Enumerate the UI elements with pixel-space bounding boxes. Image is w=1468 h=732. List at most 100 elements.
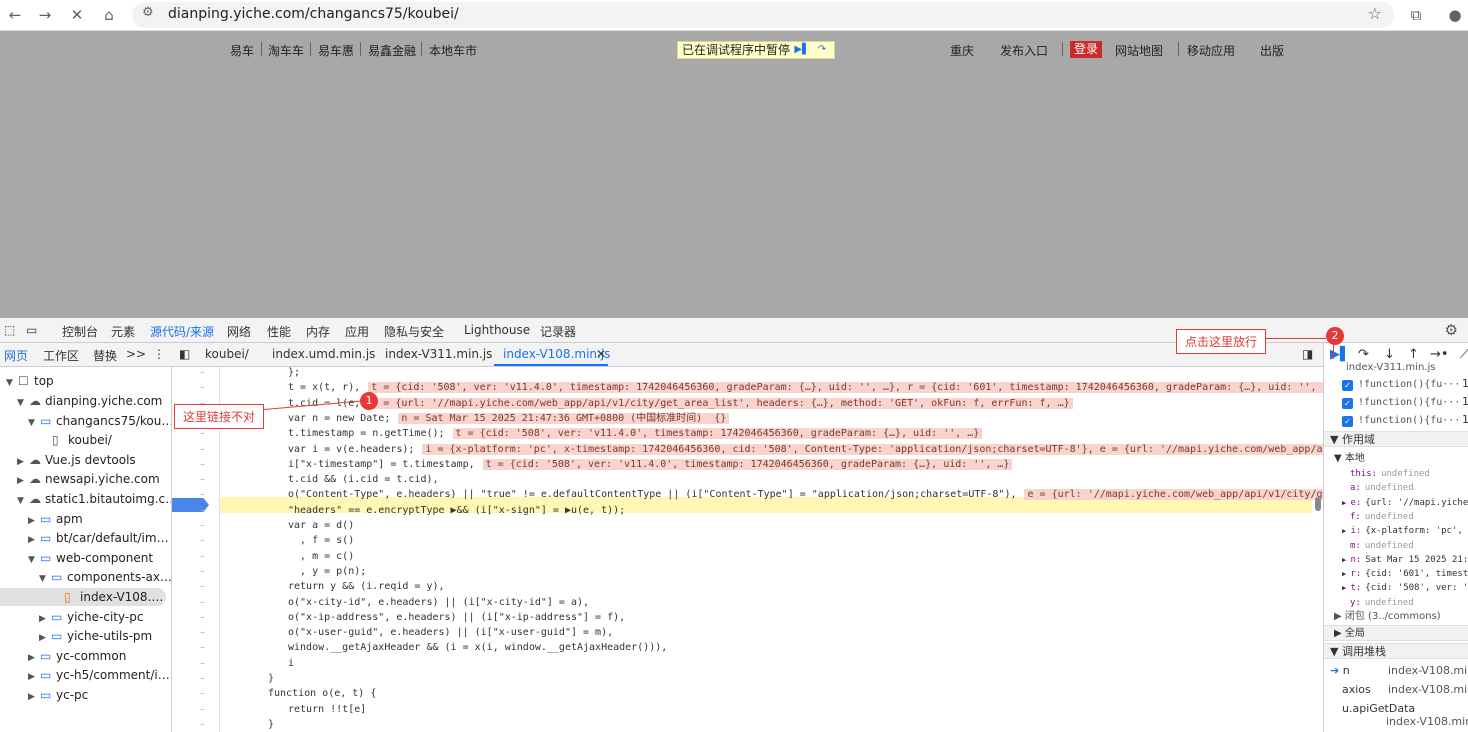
- deactivate-breakpoints-icon[interactable]: ⟋: [1460, 347, 1468, 362]
- folder-icon: ▭: [51, 570, 63, 584]
- local-scope-header[interactable]: ▼ 本地: [1334, 451, 1365, 467]
- back-icon[interactable]: ←: [4, 4, 26, 26]
- toggle-debugger-icon[interactable]: ◨: [1302, 347, 1313, 361]
- settings-gear-icon[interactable]: ⚙: [1445, 321, 1458, 339]
- inspect-icon[interactable]: ⬚: [4, 323, 15, 337]
- tab-performance[interactable]: 性能: [267, 323, 291, 340]
- file-navigator: ▼ ☐ top ▼ ☁ dianping.yiche.com ▼ ▭ changancs75…: [0, 367, 172, 732]
- tree-item[interactable]: ▼ ☁ static1.bitautoimg.c…: [17, 490, 171, 508]
- step-over-icon[interactable]: ↷: [814, 43, 830, 57]
- tree-item[interactable]: ▶ ▭ yc-common: [28, 647, 126, 665]
- tab-recorder[interactable]: 记录器: [540, 323, 576, 340]
- address-bar[interactable]: ⚙ dianping.yiche.com/changancs75/koubei/…: [132, 2, 1394, 28]
- tree-item[interactable]: ▼ ▭ changancs75/kou…: [28, 412, 171, 430]
- tab-lighthouse[interactable]: Lighthouse: [464, 323, 530, 337]
- checkbox-icon[interactable]: ✓: [1342, 416, 1353, 427]
- tab-network[interactable]: 网络: [227, 323, 251, 340]
- nav-link[interactable]: 本地车市: [429, 42, 477, 59]
- resume-icon[interactable]: ▶▌: [794, 43, 810, 57]
- code-line: "headers" == e.encryptType ▶&& (i["x-sig…: [288, 503, 625, 518]
- code-line: window.__getAjaxHeader && (i = x(i, wind…: [288, 640, 667, 655]
- toggle-navigator-icon[interactable]: ◧: [179, 347, 190, 361]
- breakpoint-row[interactable]: ✓!function(){fu···1: [1324, 412, 1468, 428]
- extensions-icon[interactable]: ⧉: [1405, 4, 1427, 26]
- nav-link[interactable]: 网站地图: [1115, 42, 1163, 59]
- tab-workspace[interactable]: 工作区: [43, 347, 79, 364]
- tab-overrides[interactable]: 替换: [93, 347, 117, 364]
- file-tab-v108[interactable]: index-V108.min.js: [503, 347, 610, 361]
- global-scope[interactable]: ▶ 全局: [1324, 625, 1468, 641]
- inline-value: i = {x-platform: 'pc', x-timestamp: 1742…: [422, 443, 1323, 455]
- tree-item[interactable]: ▼ ☁ dianping.yiche.com: [17, 392, 162, 410]
- tab-elements[interactable]: 元素: [111, 323, 135, 340]
- tree-item[interactable]: ▶ ▭ yiche-utils-pm: [39, 627, 152, 645]
- breakpoint-row[interactable]: ✓!function(){fu···1: [1324, 376, 1468, 392]
- tab-console[interactable]: 控制台: [62, 323, 98, 340]
- more-tabs-button[interactable]: >>: [126, 347, 146, 361]
- file-tab-v311[interactable]: index-V311.min.js: [385, 347, 492, 361]
- active-tab-underline: [494, 364, 608, 366]
- inline-value: t = {cid: '508', ver: 'v11.4.0', timesta…: [482, 458, 1013, 470]
- nav-city[interactable]: 重庆: [950, 42, 974, 59]
- bookmark-star-icon[interactable]: ☆: [1368, 4, 1382, 23]
- nav-link[interactable]: 易车惠: [318, 42, 354, 59]
- collapse-icon: ▼: [28, 418, 35, 428]
- var-value: undefined: [1364, 597, 1414, 608]
- callstack-section-header[interactable]: ▼ 调用堆栈: [1324, 643, 1468, 659]
- login-button[interactable]: 登录: [1070, 41, 1103, 58]
- scope-section-header[interactable]: ▼ 作用域: [1324, 431, 1468, 447]
- avatar[interactable]: ●: [1444, 4, 1466, 26]
- tree-item[interactable]: ▶ ▭ yc-pc: [28, 686, 88, 704]
- nav-link[interactable]: 发布入口: [1000, 42, 1048, 59]
- code-line: };: [288, 367, 300, 380]
- callstack-frame-current[interactable]: ➔ n index-V108.min: [1330, 663, 1468, 679]
- tree-item-selected[interactable]: ▯ index-V108.…: [0, 588, 166, 606]
- file-tab-koubei[interactable]: koubei/: [205, 347, 249, 361]
- file-tab-umd[interactable]: index.umd.min.js: [272, 347, 375, 361]
- tree-item[interactable]: ▼ ☐ top: [6, 372, 54, 390]
- tree-item[interactable]: ▶ ▭ apm: [28, 510, 83, 528]
- code-line: }: [268, 671, 274, 686]
- nav-link[interactable]: 出版: [1260, 42, 1284, 59]
- cloud-icon: ☁: [29, 472, 41, 486]
- collapse-icon: ▼: [17, 496, 24, 506]
- nav-link[interactable]: 淘车车: [268, 42, 304, 59]
- nav-link[interactable]: 移动应用: [1187, 42, 1235, 59]
- tree-item[interactable]: ▼ ▭ components-ax…: [39, 568, 171, 586]
- closure-scope[interactable]: ▶ 闭包 (3../commons): [1334, 609, 1441, 625]
- kebab-menu-icon[interactable]: ⋮: [153, 347, 165, 361]
- tree-item[interactable]: ▶ ▭ yiche-city-pc: [39, 608, 143, 626]
- tree-item[interactable]: ▶ ☁ Vue.js devtools: [17, 451, 136, 469]
- tree-item[interactable]: ▯ koubei/: [52, 431, 112, 449]
- code-line: function o(e, t) {: [268, 686, 376, 701]
- close-tab-icon[interactable]: ✕: [596, 347, 606, 361]
- device-toggle-icon[interactable]: ▭: [26, 323, 37, 337]
- code-editor[interactable]: –}; – t = x(t, r), t = {cid: '508', ver: 'v…: [172, 367, 1323, 732]
- code-text: , m = c(): [288, 550, 355, 562]
- checkbox-icon[interactable]: ✓: [1342, 380, 1353, 391]
- code-text: t.cid && (i.cid = t.cid),: [288, 474, 439, 486]
- nav-link[interactable]: 易车: [230, 42, 254, 59]
- forward-icon[interactable]: →: [34, 4, 56, 26]
- stop-icon[interactable]: ✕: [66, 4, 88, 26]
- expand-icon: ▶: [28, 516, 35, 526]
- tree-item[interactable]: ▶ ▭ yc-h5/comment/i…: [28, 666, 170, 684]
- breakpoint-row[interactable]: ✓!function(){fu···1: [1324, 394, 1468, 410]
- home-icon[interactable]: ⌂: [98, 4, 120, 26]
- tree-item[interactable]: ▼ ▭ web-component: [28, 549, 153, 567]
- callstack-frame[interactable]: axios index-V108.min: [1342, 682, 1468, 698]
- editor-scrollbar[interactable]: [1315, 497, 1321, 511]
- folder-icon: ▭: [40, 688, 52, 702]
- tab-privacy[interactable]: 隐私与安全: [384, 323, 444, 340]
- tab-application[interactable]: 应用: [345, 323, 369, 340]
- tab-sources[interactable]: 源代码/来源: [150, 323, 214, 340]
- nav-link[interactable]: 易鑫金融: [368, 42, 416, 59]
- tree-item[interactable]: ▶ ☁ newsapi.yiche.com: [17, 470, 160, 488]
- tab-page[interactable]: 网页: [4, 347, 28, 364]
- code-line: o("x-ip-address", e.headers) || (i["x-ip…: [288, 610, 625, 625]
- tree-item[interactable]: ▶ ▭ bt/car/default/im…: [28, 529, 169, 547]
- code-text: , y = p(n);: [288, 565, 367, 577]
- tab-memory[interactable]: 内存: [306, 323, 330, 340]
- site-info-icon[interactable]: ⚙: [142, 5, 154, 20]
- checkbox-icon[interactable]: ✓: [1342, 398, 1353, 409]
